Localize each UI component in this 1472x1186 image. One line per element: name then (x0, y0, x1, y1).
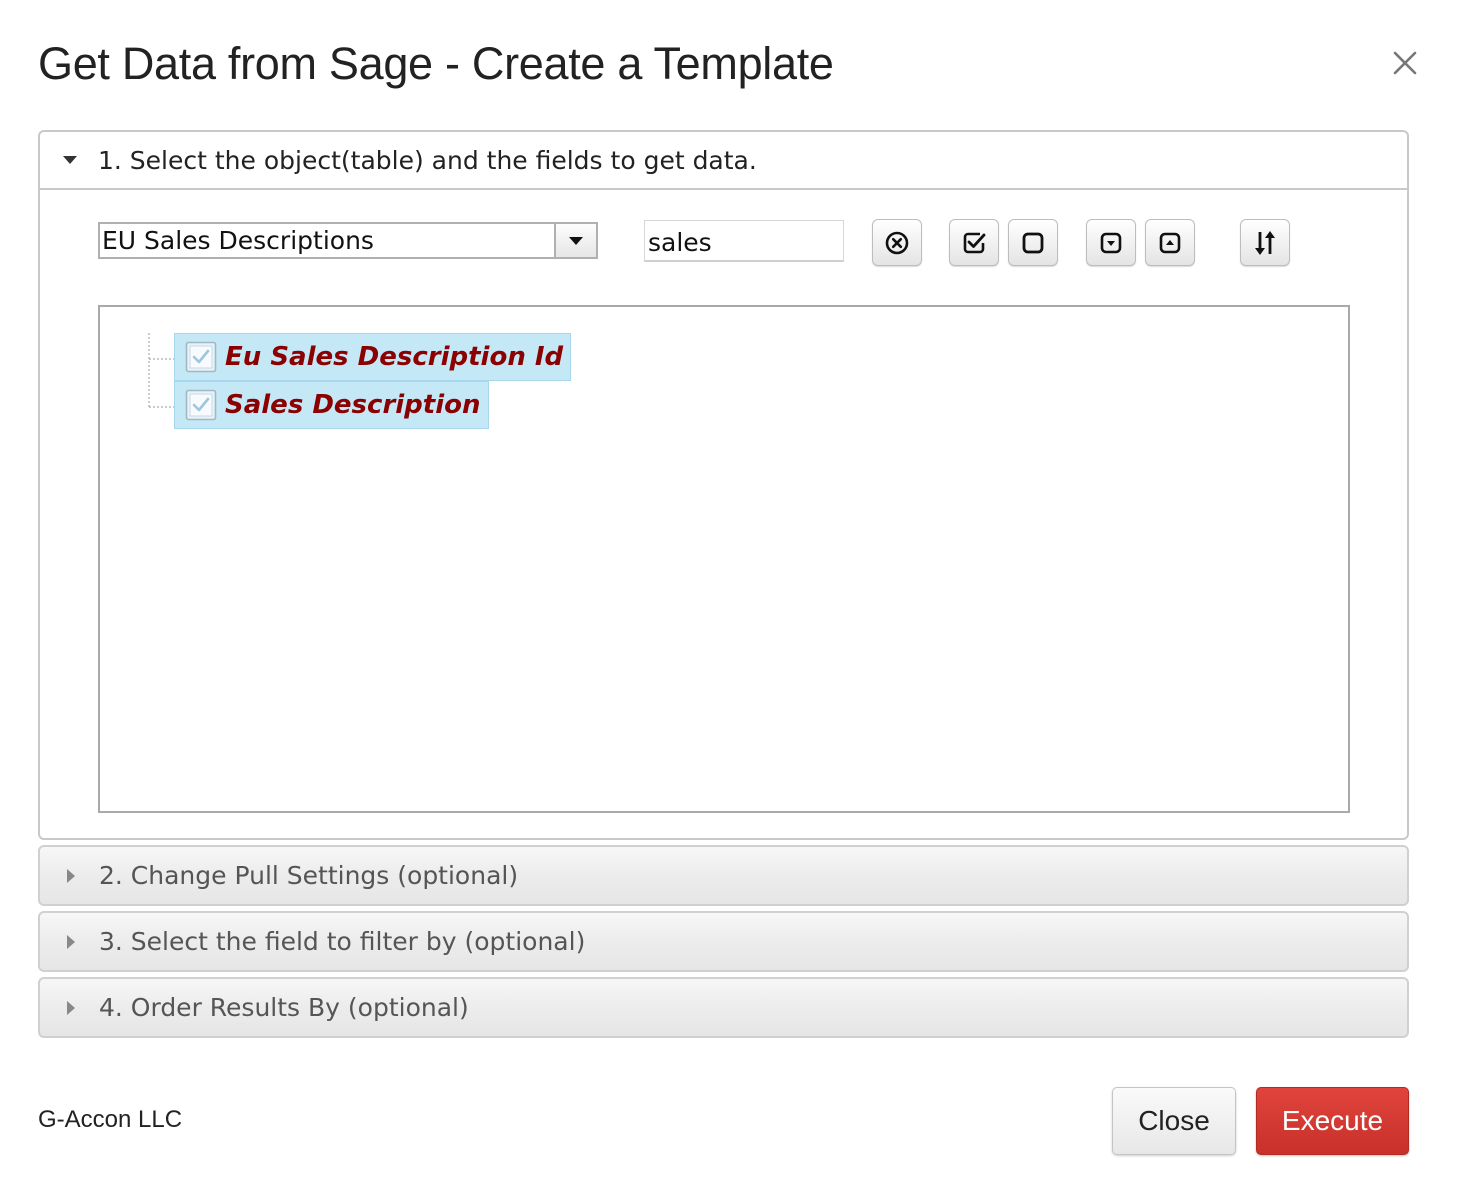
step1-panel: 1. Select the object(table) and the fiel… (38, 130, 1409, 840)
expand-all-button[interactable] (1086, 219, 1136, 266)
clear-circle-x-icon (885, 231, 909, 254)
caret-right-icon (67, 868, 75, 883)
sort-arrows-icon (1255, 230, 1275, 255)
collapse-all-button[interactable] (1145, 219, 1195, 266)
step1-title: 1. Select the object(table) and the fiel… (98, 145, 757, 175)
step1-header[interactable]: 1. Select the object(table) and the fiel… (40, 132, 1407, 190)
checkbox-checked-icon[interactable] (185, 389, 217, 421)
uncheck-all-button[interactable] (1008, 219, 1058, 266)
caret-right-icon (67, 934, 75, 949)
tree-node-field[interactable]: Eu Sales Description Id (174, 333, 572, 381)
object-table-select-value: EU Sales Descriptions (102, 226, 374, 255)
step3-header[interactable]: 3. Select the field to filter by (option… (38, 911, 1409, 972)
checkbox-checked-icon[interactable] (185, 341, 217, 373)
execute-button[interactable]: Execute (1256, 1087, 1409, 1155)
field-label: Sales Description (225, 390, 481, 420)
brand-label: G-Accon LLC (38, 1106, 183, 1133)
checkbox-empty-icon (1022, 232, 1044, 253)
caret-down-icon (569, 236, 583, 245)
fields-tree: Eu Sales Description Id Sales Descriptio… (98, 305, 1350, 813)
chevron-up-box-icon (1159, 232, 1181, 253)
caret-down-icon (63, 156, 77, 164)
step3-title: 3. Select the field to filter by (option… (99, 927, 586, 956)
close-icon[interactable] (1388, 46, 1422, 80)
dropdown-toggle[interactable] (554, 224, 596, 257)
chevron-down-box-icon (1100, 232, 1122, 253)
step2-header[interactable]: 2. Change Pull Settings (optional) (38, 845, 1409, 906)
field-label: Eu Sales Description Id (225, 342, 564, 372)
step4-header[interactable]: 4. Order Results By (optional) (38, 977, 1409, 1038)
tree-node-field[interactable]: Sales Description (174, 381, 489, 429)
object-table-select[interactable]: EU Sales Descriptions (98, 222, 598, 259)
field-search-input[interactable] (644, 220, 844, 262)
caret-right-icon (67, 1000, 75, 1015)
dialog-title: Get Data from Sage - Create a Template (38, 38, 834, 89)
sort-button[interactable] (1240, 219, 1290, 266)
close-button[interactable]: Close (1112, 1087, 1236, 1155)
step4-title: 4. Order Results By (optional) (99, 993, 469, 1022)
check-all-button[interactable] (949, 219, 999, 266)
clear-search-button[interactable] (872, 219, 922, 266)
checkbox-checked-icon (963, 232, 986, 253)
step2-title: 2. Change Pull Settings (optional) (99, 861, 519, 890)
